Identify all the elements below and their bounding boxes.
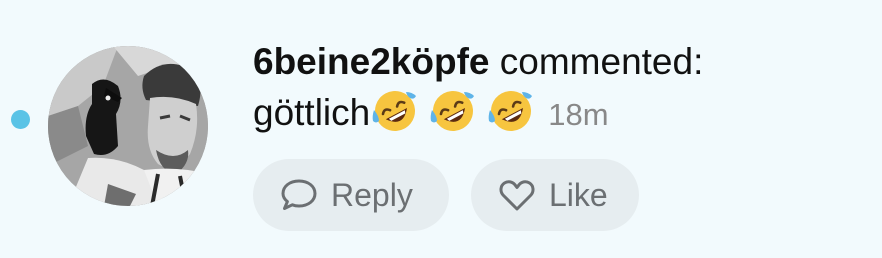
comment-notification[interactable]: 6beine2köpfe commented: göttlich 18m Rep…: [0, 0, 882, 258]
avatar-photo: [48, 46, 208, 206]
like-button[interactable]: Like: [471, 159, 639, 231]
reply-button[interactable]: Reply: [253, 159, 449, 231]
action-text: commented:: [499, 41, 704, 82]
heart-icon: [497, 175, 537, 215]
rolling-on-floor-laughing-emoji: [486, 86, 536, 136]
unread-indicator: [11, 110, 30, 129]
comment-text: göttlich: [253, 92, 371, 133]
rolling-on-floor-laughing-emoji: [370, 86, 420, 136]
like-label: Like: [549, 176, 608, 213]
timestamp: 18m: [548, 97, 609, 132]
reply-label: Reply: [331, 176, 413, 213]
comment-text-block: 6beine2köpfe commented: göttlich 18m: [253, 38, 863, 139]
speech-bubble-icon: [279, 175, 319, 215]
rolling-on-floor-laughing-emoji: [428, 86, 478, 136]
avatar[interactable]: [48, 46, 208, 206]
action-bar: Reply Like: [253, 159, 639, 231]
username-link[interactable]: 6beine2köpfe: [253, 41, 489, 82]
